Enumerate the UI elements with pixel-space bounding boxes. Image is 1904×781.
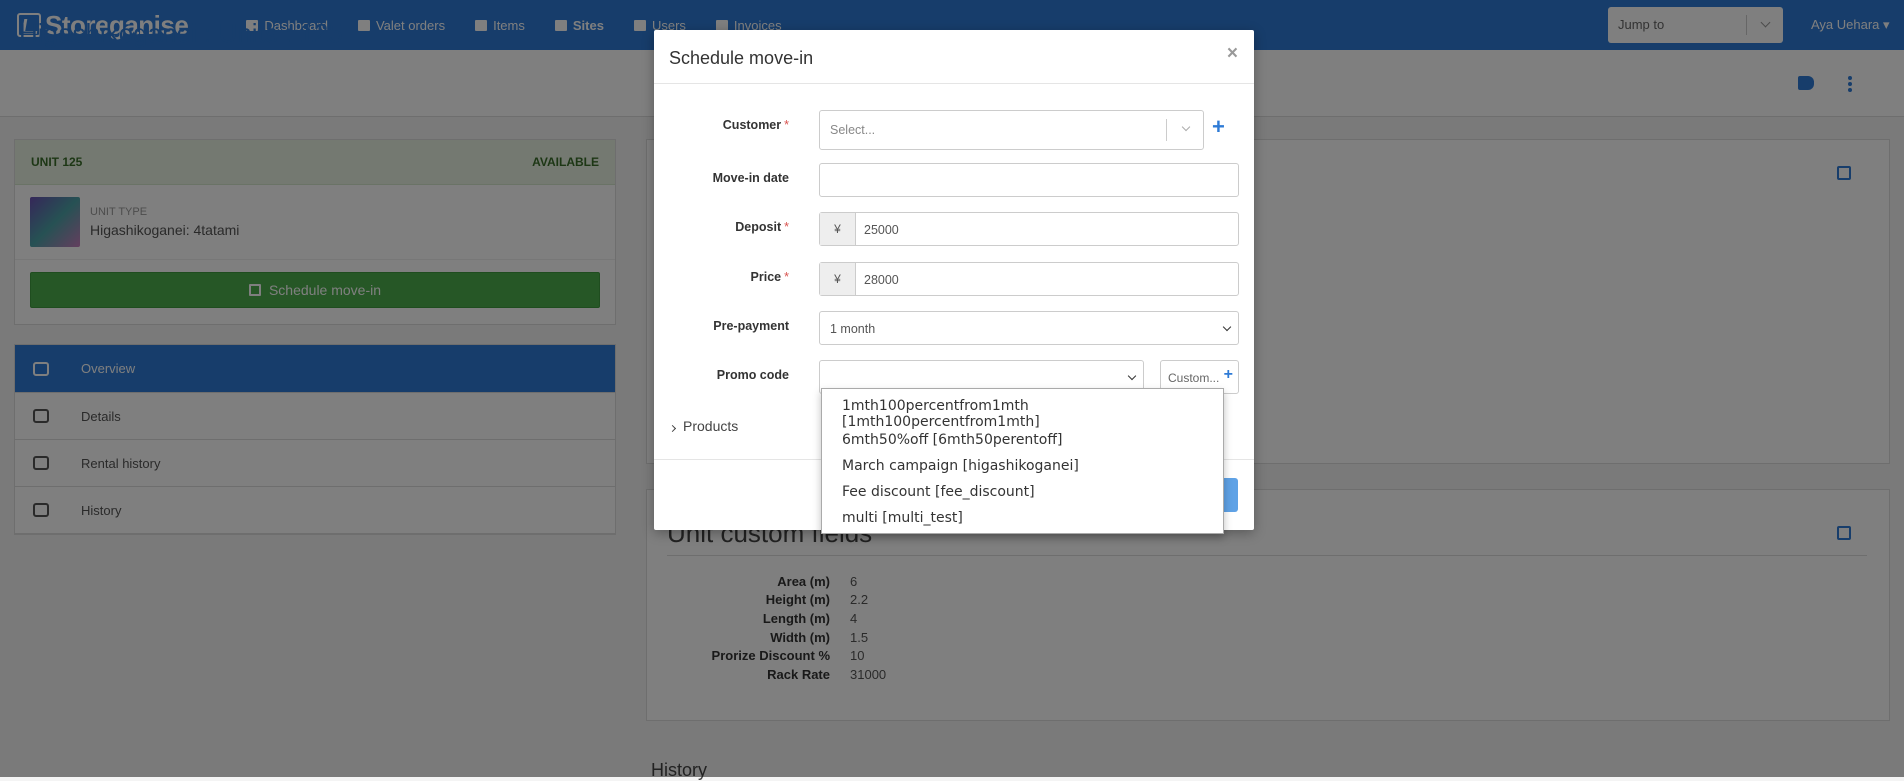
prepayment-value: 1 month	[830, 322, 876, 336]
modal-title: Schedule move-in	[669, 48, 814, 68]
price-field[interactable]: ¥ 28000	[819, 262, 1239, 296]
close-icon[interactable]: ×	[1227, 43, 1238, 65]
chevron-down-icon	[1181, 122, 1191, 132]
dropdown-option[interactable]: March campaign [higashikoganei]	[822, 453, 1223, 479]
button-label: Custom...	[1168, 371, 1220, 385]
chevron-down-icon	[1127, 371, 1137, 381]
currency-addon: ¥	[820, 213, 856, 245]
currency-addon: ¥	[820, 263, 856, 295]
movein-date-field[interactable]	[819, 163, 1239, 197]
promo-code-dropdown: 1mth100percentfrom1mth [1mth100percentfr…	[821, 388, 1224, 534]
label-text: Price	[750, 270, 782, 284]
dropdown-option[interactable]: 1mth100percentfrom1mth [1mth100percentfr…	[822, 398, 1223, 430]
dropdown-option[interactable]: multi [multi_test]	[822, 505, 1223, 531]
products-toggle[interactable]: Products	[668, 418, 739, 434]
prepayment-label: Pre-payment	[713, 319, 789, 333]
label-text: Deposit	[735, 220, 782, 234]
prepayment-select[interactable]: 1 month	[819, 311, 1239, 345]
chevron-right-icon	[668, 424, 677, 433]
modal-header: Schedule move-in ×	[654, 30, 1254, 84]
deposit-label: Deposit *	[735, 220, 789, 234]
customer-label: Customer *	[722, 118, 789, 132]
promo-code-label: Promo code	[716, 368, 789, 382]
customer-select[interactable]: Select...	[819, 110, 1204, 150]
products-label: Products	[683, 418, 739, 434]
dropdown-option[interactable]: Fee discount [fee_discount]	[822, 479, 1223, 505]
customer-placeholder: Select...	[830, 123, 876, 137]
price-value: 28000	[864, 273, 899, 287]
dropdown-option[interactable]: 6mth50%off [6mth50perentoff]	[822, 427, 1223, 453]
chevron-down-icon	[1222, 322, 1232, 332]
movein-date-label: Move-in date	[712, 171, 789, 185]
add-customer-icon[interactable]: +	[1212, 114, 1225, 140]
label-text: Customer	[722, 118, 782, 132]
select-separator	[1166, 119, 1167, 141]
price-label: Price *	[750, 270, 789, 284]
deposit-value: 25000	[864, 223, 899, 237]
plus-icon: +	[1223, 366, 1233, 383]
deposit-field[interactable]: ¥ 25000	[819, 212, 1239, 246]
